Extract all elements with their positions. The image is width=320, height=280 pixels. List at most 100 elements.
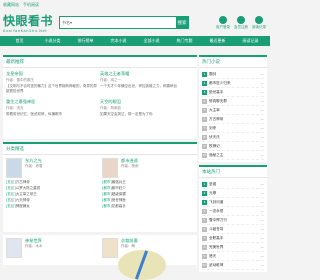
rank-book-name[interactable]: 圣墟 — [209, 182, 258, 187]
rank-number: 7 — [202, 125, 207, 131]
search-bar: 书名 ▾ 搜索 — [59, 16, 189, 29]
logo[interactable]: 快眼看书 KuaiYanKanShu.Net — [3, 12, 53, 33]
rank-book-name[interactable]: 完美世界 — [209, 245, 258, 250]
category-panel-2: 神秘世界 作者：木木 总裁前妻 作者：萌 — [3, 235, 197, 265]
list-item-title[interactable]: 最强兵王 — [112, 180, 126, 184]
login-label: 用户登录 — [216, 24, 230, 29]
rank-item[interactable]: 2 元尊 — — [202, 189, 264, 198]
rank-item[interactable]: 9 遮天 — — [202, 252, 264, 261]
rank-author: — — [260, 191, 264, 195]
rank-book-name[interactable]: 绝世高手 — [209, 90, 258, 95]
rank-item[interactable]: 9 牧神记 — — [202, 142, 264, 151]
list-item-title[interactable]: 神医嫡女 — [16, 204, 30, 208]
rank-number: 1 — [202, 181, 207, 187]
search-type-select[interactable]: 书名 ▾ — [60, 20, 80, 26]
rank-item[interactable]: 1 圣墟 — — [202, 180, 264, 189]
header-actions: 用户登录 会员注册 阅读记录 — [216, 15, 267, 30]
rank-item[interactable]: 7 剑来 — — [202, 124, 264, 133]
rank-item[interactable]: 4 修真聊天群 — — [202, 97, 264, 106]
rank-item[interactable]: 10 武动乾坤 — — [202, 261, 264, 270]
book-cover[interactable] — [6, 158, 22, 178]
list-item-title[interactable]: 都市狂少 — [112, 186, 126, 190]
rank-book-name[interactable]: 诡秘之主 — [209, 153, 258, 158]
search-button[interactable]: 搜索 — [176, 17, 188, 28]
nav-item[interactable]: 排行榜单 — [69, 38, 102, 44]
nav-item[interactable]: 完本小说 — [102, 38, 135, 44]
list-item-title[interactable]: 斗罗大陆之星辰 — [16, 186, 41, 190]
list-item-title[interactable]: 超级保镖 — [112, 192, 126, 196]
rank-book-name[interactable]: 霸剑 — [209, 72, 258, 77]
rank-item[interactable]: 6 万古神帝 — — [202, 115, 264, 124]
rank-item[interactable]: 5 雪中悍刀行 — — [202, 216, 264, 225]
login-button[interactable]: 用户登录 — [216, 15, 230, 30]
nav-item[interactable]: 全部小说 — [135, 38, 168, 44]
book-card[interactable]: 重生之最强神医 作者：流光 带着前世记忆，医武双修，纵横都市 — [6, 99, 100, 117]
book-cover[interactable] — [6, 238, 22, 258]
rank-item[interactable]: 3 飞剑问道 — — [202, 198, 264, 207]
book-author: 作者：流光 — [6, 106, 24, 110]
book-name[interactable]: 龙皇帝国 — [6, 71, 100, 77]
list-item-title[interactable]: 花都高手 — [112, 204, 126, 208]
book-cover[interactable] — [102, 158, 118, 178]
header: 快眼看书 KuaiYanKanShu.Net 书名 ▾ 搜索 用户登录 会员注册 … — [0, 9, 270, 36]
rank-book-name[interactable]: 伏天氏 — [209, 135, 258, 140]
list-item-title[interactable]: 九天神帝 — [16, 198, 30, 202]
rank-item[interactable]: 8 完美世界 — — [202, 243, 264, 252]
book-cover[interactable] — [102, 238, 118, 258]
book-card[interactable]: 龙皇帝国 作者：雪中的霸王 【文明与不合时宜的暴力】这个世界拥有神秘的，奇异的异… — [6, 71, 100, 94]
register-label: 会员注册 — [234, 24, 248, 29]
nav-item[interactable]: 最近更新 — [201, 38, 234, 44]
rank-book-name[interactable]: 都市狂少归来 — [209, 81, 258, 86]
rank-book-name[interactable]: 全职高手 — [209, 236, 258, 241]
book-card[interactable]: 天空的眼泪 作者：风雨若 如果天空会哭泣，那一定是为了你 — [100, 99, 194, 117]
rank-item[interactable]: 6 斗破苍穹 — — [202, 225, 264, 234]
rank-item[interactable]: 1 霸剑 — — [202, 70, 264, 79]
category-feature[interactable]: 都市逍遥 作者：夜雨 — [102, 158, 194, 178]
rank-book-name[interactable]: 元尊 — [209, 191, 258, 196]
rank-book-name[interactable]: 万古神帝 — [209, 117, 258, 122]
list-item[interactable]: [都市]花都高手 — [102, 204, 194, 210]
history-button[interactable]: 阅读记录 — [252, 15, 266, 30]
rank-item[interactable]: 7 全职高手 — — [202, 234, 264, 243]
book-desc: 【文明与不合时宜的暴力】这个世界拥有神秘的，奇异的异能冒险世界 — [6, 84, 97, 93]
rank-book-name[interactable]: 飞剑问道 — [209, 200, 258, 205]
rank-book-name[interactable]: 大主宰 — [209, 108, 258, 113]
list-item-tag: [都市] — [102, 186, 112, 190]
rank-item[interactable]: 4 一念永恒 — — [202, 207, 264, 216]
list-item-title[interactable]: 大主宰之帝王 — [16, 192, 37, 196]
rank-book-name[interactable]: 遮天 — [209, 254, 258, 259]
mobile-link[interactable]: 手机阅读 — [23, 2, 39, 8]
rank-item[interactable]: 8 伏天氏 — — [202, 133, 264, 142]
nav-item[interactable]: 小说分类 — [36, 38, 69, 44]
list-item-tag: [都市] — [102, 192, 112, 196]
bookmark-link[interactable]: 收藏网站 — [3, 2, 19, 8]
rank-number: 5 — [202, 217, 207, 223]
list-item-title[interactable]: 万古神帝 — [16, 180, 30, 184]
nav-item[interactable]: 首页 — [3, 38, 36, 44]
rank-book-name[interactable]: 牧神记 — [209, 144, 258, 149]
rank-item[interactable]: 2 都市狂少归来 — — [202, 79, 264, 88]
category-feature[interactable]: 神秘世界 作者：木木 — [6, 238, 98, 258]
rank-book-name[interactable]: 一念永恒 — [209, 209, 258, 214]
list-item[interactable]: [玄幻]神医嫡女 — [6, 204, 98, 210]
book-name[interactable]: 天空的眼泪 — [100, 99, 194, 105]
book-name[interactable]: 英雄之王者荣耀 — [100, 71, 194, 77]
rank-number: 4 — [202, 98, 207, 104]
rank-item[interactable]: 10 诡秘之主 — — [202, 151, 264, 160]
rank-item[interactable]: 5 大主宰 — — [202, 106, 264, 115]
list-item-tag: [玄幻] — [6, 204, 16, 208]
rank-book-name[interactable]: 斗破苍穹 — [209, 227, 258, 232]
rank-item[interactable]: 3 绝世高手 — — [202, 88, 264, 97]
list-item-title[interactable]: 绝世神医 — [112, 198, 126, 202]
book-author: 作者：萌 — [121, 244, 135, 248]
book-name[interactable]: 重生之最强神医 — [6, 99, 100, 105]
rank-book-name[interactable]: 雪中悍刀行 — [209, 218, 258, 223]
rank-book-name[interactable]: 剑来 — [209, 126, 258, 131]
register-button[interactable]: 会员注册 — [234, 15, 248, 30]
rank-book-name[interactable]: 武动乾坤 — [209, 263, 258, 268]
nav-item[interactable]: 热门专题 — [168, 38, 201, 44]
rank-book-name[interactable]: 修真聊天群 — [209, 99, 258, 104]
nav-item[interactable]: 阅读记录 — [234, 38, 267, 44]
book-card[interactable]: 英雄之王者荣耀 作者：鸡之一 一个天才少年横空出世，掌控英雄之力，称霸峡谷 — [100, 71, 194, 94]
category-feature[interactable]: 东方之光 作者：赤雪 — [6, 158, 98, 178]
